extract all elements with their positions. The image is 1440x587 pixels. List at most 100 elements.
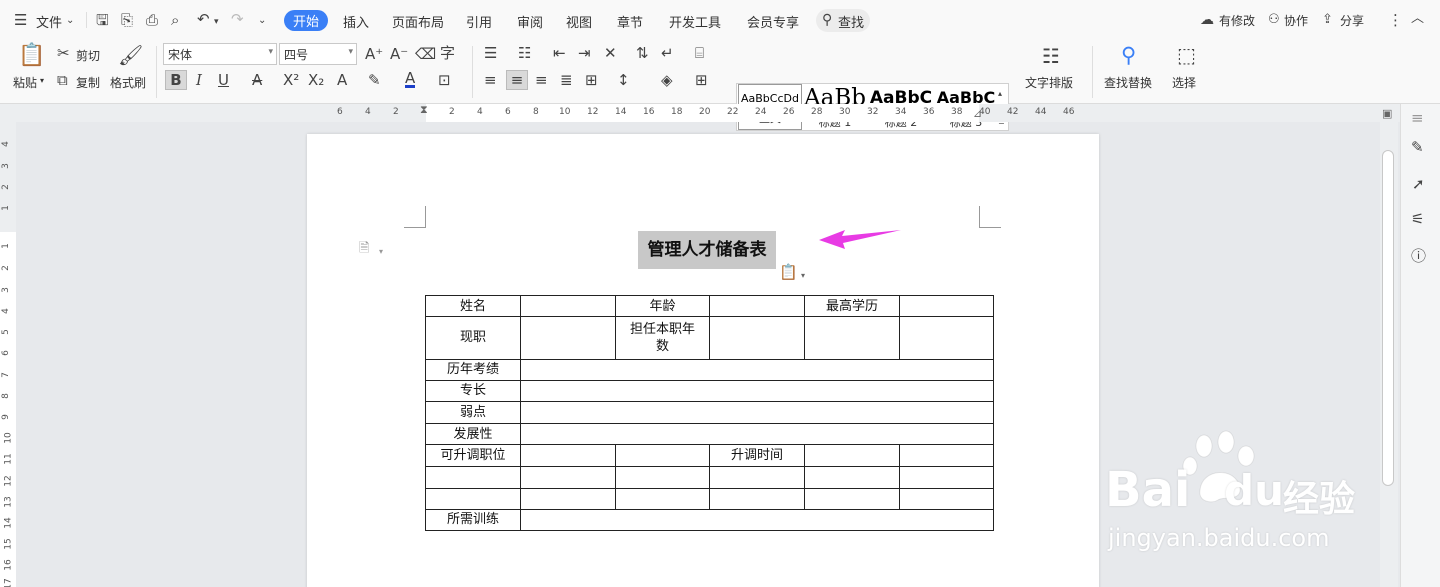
table-cell[interactable] xyxy=(520,508,994,532)
table-cell[interactable] xyxy=(709,316,805,360)
table-cell[interactable]: 弱点 xyxy=(425,400,521,425)
tab-insert[interactable]: 插入 xyxy=(343,12,369,31)
cut-button[interactable]: 剪切 xyxy=(76,47,100,64)
borders-icon[interactable]: ⊞ xyxy=(695,72,708,88)
undo-icon[interactable]: ↶ xyxy=(197,11,210,27)
align-right-icon[interactable]: ≡ xyxy=(535,72,548,88)
table-cell[interactable] xyxy=(899,316,994,360)
table-cell[interactable]: 升调时间 xyxy=(709,444,805,468)
line-spacing-icon[interactable]: ↕ xyxy=(617,72,630,88)
table-cell[interactable] xyxy=(520,466,616,489)
table-cell[interactable]: 现职 xyxy=(425,316,521,360)
table-cell[interactable]: 可升调职位 xyxy=(425,444,521,468)
table-cell[interactable] xyxy=(709,466,805,489)
font-size-select[interactable]: 四号 ▾ xyxy=(279,43,357,65)
bold-icon[interactable]: B xyxy=(165,70,187,90)
right-indent-marker-icon[interactable]: ⊿ xyxy=(973,108,982,119)
horizontal-ruler[interactable]: 6 4 2 2 4 6 8 10 12 14 16 18 20 22 24 26… xyxy=(0,104,1440,122)
settings-sliders-icon[interactable]: ⚟ xyxy=(1411,211,1424,227)
save-icon[interactable]: 🖫 xyxy=(96,12,109,28)
paste-options-icon[interactable]: 📋 xyxy=(779,264,798,280)
print-preview-icon[interactable]: ⌕ xyxy=(171,12,179,28)
table-cell[interactable] xyxy=(520,423,994,446)
table-cell[interactable] xyxy=(615,444,710,468)
table-cell[interactable] xyxy=(899,466,994,489)
superscript-icon[interactable]: X² xyxy=(283,72,299,88)
tab-chapter[interactable]: 章节 xyxy=(617,12,643,31)
table-cell[interactable] xyxy=(520,316,616,360)
copy-button[interactable]: 复制 xyxy=(76,74,100,91)
chevron-down-icon[interactable]: ⌄ xyxy=(66,13,74,29)
edit-pen-icon[interactable]: ✎ xyxy=(1411,139,1424,155)
paste-icon[interactable]: 📋 xyxy=(18,44,45,68)
font-color-icon[interactable]: A xyxy=(405,71,416,88)
text-layout-button[interactable]: 文字排版 xyxy=(1025,74,1073,91)
cloud-sync-icon[interactable]: ☁ xyxy=(1200,12,1214,28)
table-cell[interactable] xyxy=(520,294,616,318)
select-button[interactable]: 选择 xyxy=(1172,74,1196,91)
table-cell[interactable] xyxy=(615,487,710,510)
increase-indent-icon[interactable]: ⇥ xyxy=(578,45,591,61)
clear-format-icon[interactable]: ⌫ xyxy=(415,46,436,62)
paste-dropdown-icon[interactable]: ▾ xyxy=(40,76,44,85)
help-icon[interactable]: ⓘ xyxy=(1411,248,1426,264)
underline-icon[interactable]: U xyxy=(218,72,229,88)
table-layout-icon[interactable]: ⌸ xyxy=(695,45,704,61)
table-cell[interactable] xyxy=(709,294,805,318)
paste-button[interactable]: 粘贴 xyxy=(13,74,37,91)
customize-toolbar-icon[interactable]: ⌄ xyxy=(258,13,266,29)
vertical-ruler[interactable]: 4 3 2 1 1 2 3 4 5 6 7 8 9 10 11 12 13 14… xyxy=(0,122,16,587)
table-cell[interactable] xyxy=(520,444,616,468)
highlight-icon[interactable]: ✎ xyxy=(368,72,381,88)
table-cell[interactable] xyxy=(899,487,994,510)
hamburger-menu-icon[interactable]: ☰ xyxy=(14,12,27,28)
table-cell[interactable] xyxy=(520,358,994,381)
search-label[interactable]: 查找 xyxy=(838,12,864,31)
align-left-icon[interactable]: ≡ xyxy=(484,72,497,88)
modified-status[interactable]: 有修改 xyxy=(1219,12,1255,29)
paste-options-dropdown-icon[interactable]: ▾ xyxy=(801,268,805,284)
increase-font-icon[interactable]: A⁺ xyxy=(365,46,383,62)
align-center-icon[interactable]: ≡ xyxy=(506,70,528,90)
find-replace-button[interactable]: 查找替换 xyxy=(1104,74,1152,91)
scroll-split-icon[interactable]: ▣ xyxy=(1382,106,1392,122)
tab-references[interactable]: 引用 xyxy=(466,12,492,31)
paragraph-options-icon[interactable]: 🗎 xyxy=(359,241,369,257)
table-cell[interactable] xyxy=(899,444,994,468)
table-cell[interactable]: 专长 xyxy=(425,379,521,402)
tab-review[interactable]: 审阅 xyxy=(517,12,543,31)
tab-home[interactable]: 开始 xyxy=(284,10,329,31)
font-name-select[interactable]: 宋体 ▾ xyxy=(163,43,277,65)
document-title[interactable]: 管理人才储备表 xyxy=(638,231,776,269)
table-cell[interactable] xyxy=(520,379,994,402)
print-icon[interactable]: ⎙ xyxy=(146,12,158,28)
indent-marker-icon[interactable]: ⧗ xyxy=(420,104,428,115)
character-border-icon[interactable]: ⊡ xyxy=(438,72,451,88)
panel-menu-icon[interactable]: ≡ xyxy=(1411,110,1424,126)
phonetic-guide-icon[interactable]: 字 xyxy=(440,45,455,61)
sort-icon[interactable]: ⇅ xyxy=(636,45,649,61)
numbered-list-icon[interactable]: ☷ xyxy=(518,45,531,61)
file-menu[interactable]: 文件 xyxy=(36,12,62,31)
table-cell[interactable] xyxy=(899,294,994,318)
text-effect-icon[interactable]: A xyxy=(337,72,347,88)
table-cell[interactable] xyxy=(520,487,616,510)
strikethrough-icon[interactable]: A xyxy=(252,72,262,88)
share-button[interactable]: 分享 xyxy=(1340,12,1364,29)
redo-icon[interactable]: ↷ xyxy=(231,11,244,27)
table-cell[interactable]: 姓名 xyxy=(425,294,521,318)
table-cell[interactable]: 担任本职年数 xyxy=(615,316,710,360)
undo-dropdown-icon[interactable]: ▾ xyxy=(214,14,219,30)
paragraph-options-dropdown-icon[interactable]: ▾ xyxy=(379,244,383,260)
share-icon[interactable]: ⇪ xyxy=(1322,12,1333,28)
table-cell[interactable] xyxy=(804,444,900,468)
table-cell[interactable] xyxy=(520,400,994,425)
shading-icon[interactable]: ◈ xyxy=(661,72,673,88)
more-options-icon[interactable]: ⋮ xyxy=(1388,12,1403,28)
justify-icon[interactable]: ≣ xyxy=(560,72,573,88)
export-icon[interactable]: ⎘ xyxy=(121,12,133,28)
decrease-font-icon[interactable]: A⁻ xyxy=(390,46,408,62)
table-cell[interactable]: 发展性 xyxy=(425,423,521,446)
tab-view[interactable]: 视图 xyxy=(566,12,592,31)
tab-developer[interactable]: 开发工具 xyxy=(669,12,721,31)
